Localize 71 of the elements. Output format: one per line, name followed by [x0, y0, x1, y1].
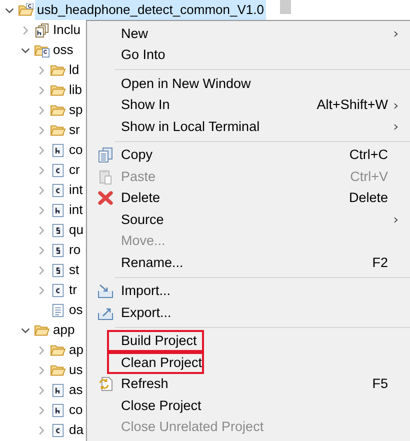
folder-icon	[50, 82, 66, 98]
assembly-file-icon	[50, 222, 66, 238]
text-file-icon	[50, 302, 66, 318]
tree-item[interactable]: sp	[67, 100, 85, 120]
folder-icon	[34, 322, 50, 338]
tree-item[interactable]: os	[67, 300, 85, 320]
tree-item[interactable]: us	[67, 360, 85, 380]
assembly-file-icon	[50, 242, 66, 258]
scrollbar-thumb[interactable]	[280, 0, 291, 14]
menu-item[interactable]: Clean Project	[121, 354, 202, 370]
tree-item[interactable]: lib	[67, 80, 84, 100]
tree-item[interactable]: cr	[67, 160, 82, 180]
shortcut-label: Alt+Shift+W	[316, 96, 388, 114]
menu-item[interactable]: Go Into	[121, 47, 166, 62]
header-file-icon	[50, 142, 66, 158]
menu-item[interactable]: Copy	[121, 147, 153, 162]
shortcut-label: F2	[372, 254, 388, 272]
folder-icon	[50, 102, 66, 118]
tree-item[interactable]: app	[51, 320, 77, 340]
tree-item[interactable]: st	[67, 260, 82, 280]
tree-item[interactable]: as	[67, 380, 85, 400]
tree-item[interactable]: ld	[67, 60, 82, 80]
menu-item[interactable]: Open in New Window	[121, 76, 251, 91]
header-file-icon	[50, 382, 66, 398]
tree-item[interactable]: int	[67, 200, 85, 220]
menu-item[interactable]: Refresh	[121, 376, 168, 392]
menu-item[interactable]: Delete	[121, 190, 160, 206]
tree-item[interactable]: co	[67, 400, 85, 420]
clipboard-icon	[97, 168, 114, 184]
tree-item[interactable]: tr	[67, 280, 79, 300]
c-file-icon	[50, 182, 66, 198]
folder-icon	[50, 62, 66, 78]
source-folder-icon	[34, 42, 50, 58]
tree-item[interactable]: qu	[67, 220, 86, 240]
assembly-file-icon	[50, 262, 66, 278]
tree-item[interactable]: int	[67, 180, 85, 200]
menu-item[interactable]: Show In	[121, 97, 170, 112]
tree-item[interactable]: co	[67, 140, 85, 160]
library-icon	[34, 22, 50, 38]
shortcut-label: Ctrl+V	[350, 168, 388, 186]
menu-item[interactable]: Import...	[121, 283, 171, 298]
tree-item[interactable]: usb_headphone_detect_common_V1.0	[35, 0, 266, 20]
menu-item[interactable]: Close Project	[121, 398, 202, 413]
shortcut-label: Delete	[348, 189, 388, 208]
menu-item[interactable]: Rename...	[121, 254, 184, 270]
folder-icon	[50, 342, 66, 358]
shortcut-label: Ctrl+C	[349, 146, 388, 164]
shortcut-label: F5	[372, 375, 388, 394]
tree-item[interactable]: sr	[67, 120, 82, 140]
folder-icon	[50, 362, 66, 378]
import-icon	[97, 283, 114, 299]
tree-item[interactable]: Inclu	[51, 20, 82, 40]
header-file-icon	[50, 202, 66, 218]
tree-item[interactable]: ro	[67, 240, 83, 260]
menu-item[interactable]: Build Project	[121, 333, 197, 348]
c-file-icon	[50, 162, 66, 178]
tree-item[interactable]: oss	[51, 40, 76, 60]
menu-item[interactable]: New	[121, 26, 148, 41]
header-file-icon	[50, 402, 66, 418]
tree-item[interactable]: ap	[67, 340, 86, 360]
c-file-icon	[50, 282, 66, 298]
menu-item[interactable]: Source	[121, 212, 164, 227]
copy-icon	[97, 147, 114, 163]
delete-icon	[97, 190, 114, 206]
c-file-icon	[50, 422, 66, 438]
tree-item[interactable]: da	[67, 420, 86, 440]
menu-item[interactable]: Export...	[121, 304, 172, 320]
folder-icon	[18, 2, 34, 18]
folder-icon	[50, 122, 66, 138]
refresh-icon	[97, 376, 114, 392]
menu-item[interactable]: Show in Local Terminal	[121, 118, 260, 134]
